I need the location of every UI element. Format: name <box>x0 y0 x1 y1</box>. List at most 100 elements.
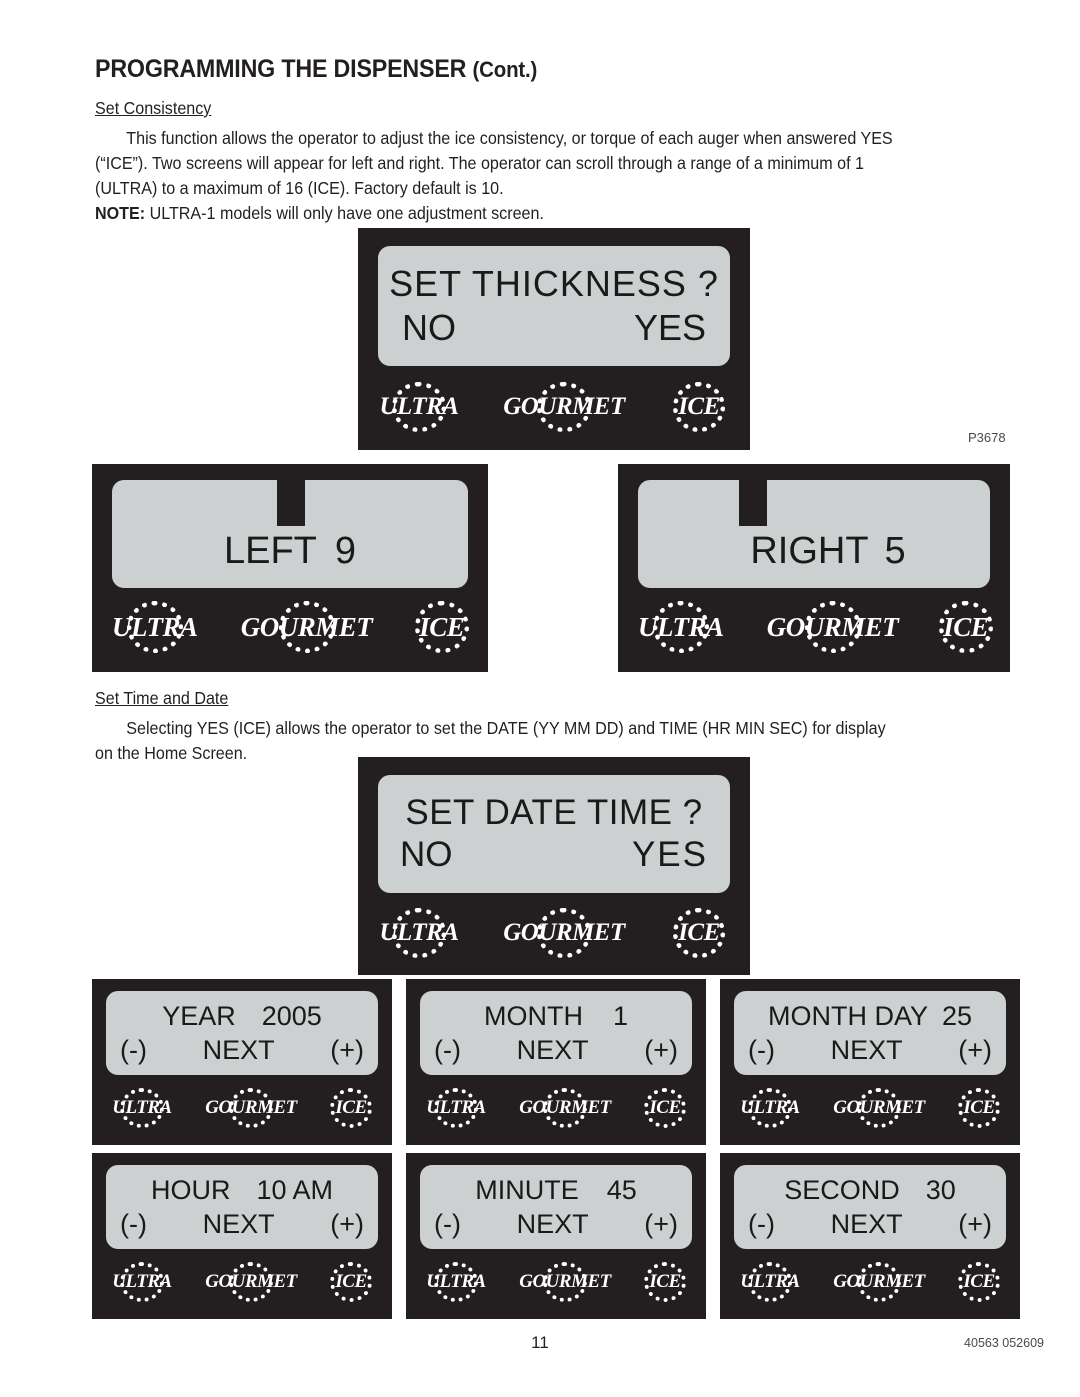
button-ultra[interactable]: ULTRA <box>112 600 198 654</box>
button-ice-label: ICE <box>335 1097 367 1118</box>
button-ultra-label: ULTRA <box>379 393 460 420</box>
button-ice[interactable]: ICE <box>414 600 469 654</box>
lcd-value-month-day: 25 <box>941 1000 973 1031</box>
lcd-option-yes[interactable]: YES <box>634 307 706 349</box>
lcd-line-nav: (-) NEXT (+) <box>120 1209 364 1240</box>
button-ultra-label: ULTRA <box>112 1271 172 1292</box>
button-ice[interactable]: ICE <box>669 907 729 959</box>
button-ice[interactable]: ICE <box>938 600 993 654</box>
note-label: NOTE: <box>95 203 146 223</box>
button-ice[interactable]: ICE <box>327 1261 375 1303</box>
button-ultra[interactable]: ULTRA <box>379 381 459 433</box>
section-heading-set-time-and-date: Set Time and Date <box>95 688 229 708</box>
button-gourmet[interactable]: GOURMET <box>241 600 373 654</box>
button-gourmet[interactable]: GOURMET <box>503 381 625 433</box>
brand-logo-strip: ULTRA GOURMET ICE <box>112 588 469 666</box>
lcd-line-options: NO YES <box>396 835 712 875</box>
lcd-option-no[interactable]: NO <box>402 307 456 349</box>
button-gourmet[interactable]: GOURMET <box>829 1261 929 1303</box>
lcd-button-decrement[interactable]: (-) <box>120 1209 147 1240</box>
brand-logo-strip: ULTRA GOURMET ICE <box>420 1249 692 1315</box>
dispenser-panel-right-consistency: RIGHT 5 ULTRA GOURMET ICE <box>618 464 1010 672</box>
dispenser-panel-left-consistency: LEFT 9 ULTRA GOURMET ICE <box>92 464 488 672</box>
lcd-button-decrement[interactable]: (-) <box>120 1035 147 1066</box>
figure-reference: P3678 <box>968 430 1006 445</box>
button-ultra[interactable]: ULTRA <box>423 1087 489 1129</box>
button-ice-label: ICE <box>963 1271 995 1292</box>
lcd-option-no[interactable]: NO <box>400 835 453 875</box>
lcd-line-nav: (-) NEXT (+) <box>120 1035 364 1066</box>
dispenser-panel-set-thickness: SET THICKNESS ? NO YES ULTRA GOURMET ICE <box>358 228 750 450</box>
lcd-screen-year: YEAR 2005 (-) NEXT (+) <box>106 991 378 1075</box>
dispenser-panel-second: SECOND 30 (-) NEXT (+) ULTRA GOURMET ICE <box>720 1153 1020 1319</box>
button-ultra[interactable]: ULTRA <box>109 1087 175 1129</box>
lcd-button-next[interactable]: NEXT <box>203 1209 275 1240</box>
button-ice-label: ICE <box>963 1097 995 1118</box>
lcd-button-increment[interactable]: (+) <box>958 1209 992 1240</box>
brand-logo-strip: ULTRA GOURMET ICE <box>734 1075 1006 1141</box>
lcd-button-decrement[interactable]: (-) <box>434 1209 461 1240</box>
lcd-value-year: 2005 <box>261 1000 322 1031</box>
lcd-screen-second: SECOND 30 (-) NEXT (+) <box>734 1165 1006 1249</box>
brand-logo-strip: ULTRA GOURMET ICE <box>378 893 730 973</box>
lcd-label-month: MONTH <box>483 1000 583 1031</box>
button-gourmet-label: GOURMET <box>205 1097 297 1118</box>
button-ultra-label: ULTRA <box>426 1097 486 1118</box>
lcd-button-next[interactable]: NEXT <box>831 1035 903 1066</box>
dispenser-panel-set-date-time: SET DATE TIME ? NO YES ULTRA GOURMET ICE <box>358 757 750 975</box>
manual-page: PROGRAMMING THE DISPENSER (Cont.) Set Co… <box>0 0 1080 1397</box>
button-gourmet[interactable]: GOURMET <box>201 1261 301 1303</box>
lcd-button-decrement[interactable]: (-) <box>748 1035 775 1066</box>
button-ultra[interactable]: ULTRA <box>638 600 724 654</box>
lcd-button-increment[interactable]: (+) <box>644 1209 678 1240</box>
button-gourmet[interactable]: GOURMET <box>515 1261 615 1303</box>
brand-logo-strip: ULTRA GOURMET ICE <box>378 366 730 448</box>
dispenser-panel-month-day: MONTH DAY 25 (-) NEXT (+) ULTRA GOURMET … <box>720 979 1020 1145</box>
lcd-button-increment[interactable]: (+) <box>330 1035 364 1066</box>
lcd-line-value: MINUTE 45 <box>434 1175 678 1206</box>
button-ice[interactable]: ICE <box>641 1087 689 1129</box>
lcd-button-next[interactable]: NEXT <box>517 1035 589 1066</box>
button-ultra[interactable]: ULTRA <box>109 1261 175 1303</box>
button-gourmet-label: GOURMET <box>519 1097 611 1118</box>
lcd-button-increment[interactable]: (+) <box>330 1209 364 1240</box>
button-ultra[interactable]: ULTRA <box>423 1261 489 1303</box>
page-number: 11 <box>531 1333 549 1352</box>
button-ultra[interactable]: ULTRA <box>379 907 459 959</box>
button-gourmet[interactable]: GOURMET <box>201 1087 301 1129</box>
button-ice[interactable]: ICE <box>641 1261 689 1303</box>
page-title-main: PROGRAMMING THE DISPENSER <box>95 55 467 83</box>
lcd-button-increment[interactable]: (+) <box>958 1035 992 1066</box>
lcd-option-yes[interactable]: YES <box>632 835 708 875</box>
lcd-button-next[interactable]: NEXT <box>831 1209 903 1240</box>
button-gourmet-label: GOURMET <box>205 1271 297 1292</box>
lcd-button-next[interactable]: NEXT <box>517 1209 589 1240</box>
lcd-line-nav: (-) NEXT (+) <box>434 1209 678 1240</box>
button-ice[interactable]: ICE <box>955 1087 1003 1129</box>
button-ice-label: ICE <box>335 1271 367 1292</box>
button-ice[interactable]: ICE <box>955 1261 1003 1303</box>
lcd-button-next[interactable]: NEXT <box>203 1035 275 1066</box>
button-gourmet-label: GOURMET <box>766 611 899 642</box>
button-gourmet[interactable]: GOURMET <box>515 1087 615 1129</box>
button-gourmet[interactable]: GOURMET <box>829 1087 929 1129</box>
lcd-label-second: SECOND <box>784 1174 900 1205</box>
lcd-button-decrement[interactable]: (-) <box>434 1035 461 1066</box>
lcd-button-increment[interactable]: (+) <box>644 1035 678 1066</box>
lcd-screen-month-day: MONTH DAY 25 (-) NEXT (+) <box>734 991 1006 1075</box>
document-code: 40563 052609 <box>964 1336 1044 1350</box>
lcd-button-decrement[interactable]: (-) <box>748 1209 775 1240</box>
lcd-line-nav: (-) NEXT (+) <box>434 1035 678 1066</box>
button-ice[interactable]: ICE <box>327 1087 375 1129</box>
dispenser-panel-minute: MINUTE 45 (-) NEXT (+) ULTRA GOURMET ICE <box>406 1153 706 1319</box>
dispenser-panel-month: MONTH 1 (-) NEXT (+) ULTRA GOURMET ICE <box>406 979 706 1145</box>
lcd-line-nav: (-) NEXT (+) <box>748 1035 992 1066</box>
button-ice[interactable]: ICE <box>669 381 729 433</box>
button-ultra[interactable]: ULTRA <box>737 1087 803 1129</box>
button-gourmet-label: GOURMET <box>519 1271 611 1292</box>
button-gourmet[interactable]: GOURMET <box>503 907 625 959</box>
button-gourmet[interactable]: GOURMET <box>766 600 899 654</box>
lcd-line-prompt: SET THICKNESS ? <box>389 263 719 304</box>
button-ice-label: ICE <box>419 611 465 642</box>
button-ultra[interactable]: ULTRA <box>737 1261 803 1303</box>
